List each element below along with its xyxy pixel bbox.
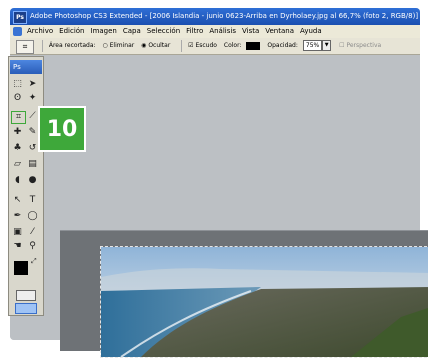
move-tool-icon[interactable]: ➤ — [26, 79, 39, 90]
cropped-area-label: Área recortada: — [48, 42, 96, 49]
document-canvas[interactable] — [100, 246, 428, 358]
menu-ayuda[interactable]: Ayuda — [297, 25, 325, 38]
chevron-down-icon[interactable]: ▼ — [322, 40, 332, 51]
menu-archivo[interactable]: Archivo — [24, 25, 56, 38]
crop-tool-preset-icon[interactable]: ⌗ — [16, 40, 34, 54]
options-separator — [181, 39, 183, 52]
shield-checkbox-label: Escudo — [195, 42, 217, 49]
menu-capa[interactable]: Capa — [120, 25, 144, 38]
type-tool-icon[interactable]: T — [26, 195, 39, 206]
perspective-checkbox[interactable]: ☐ Perspectiva — [339, 38, 381, 54]
shape-tool-icon[interactable]: ◯ — [26, 211, 39, 222]
healing-brush-tool-icon[interactable]: ✚ — [11, 127, 24, 138]
marquee-tool-icon[interactable]: ⬚ — [11, 79, 24, 90]
menu-edicion[interactable]: Edición — [56, 25, 87, 38]
delete-radio-label: Eliminar — [109, 42, 135, 49]
title-bar: Ps Adobe Photoshop CS3 Extended - [2006 I… — [10, 8, 420, 25]
options-bar: ⌗ Área recortada: ○ Eliminar ◉ Ocultar ☑… — [10, 38, 420, 55]
notes-tool-icon[interactable]: ▣ — [11, 227, 24, 238]
hide-radio[interactable]: ◉ Ocultar — [141, 38, 170, 54]
zoom-tool-icon[interactable]: ⚲ — [26, 241, 39, 252]
magic-wand-tool-icon[interactable]: ✦ — [26, 93, 39, 104]
delete-radio[interactable]: ○ Eliminar — [102, 38, 134, 54]
shield-checkbox[interactable]: ☑ Escudo — [188, 38, 217, 54]
hide-radio-label: Ocultar — [148, 42, 171, 49]
eraser-tool-icon[interactable]: ▱ — [11, 159, 24, 170]
lasso-tool-icon[interactable]: ʘ — [11, 93, 24, 104]
options-separator — [41, 39, 43, 52]
blur-tool-icon[interactable]: ◖ — [11, 175, 24, 186]
gradient-tool-icon[interactable]: ▤ — [26, 159, 39, 170]
crop-tool-icon[interactable]: ⌗ — [11, 111, 26, 124]
opacity-field[interactable]: 75% — [302, 40, 323, 51]
toolbox-logo: Ps — [10, 60, 42, 74]
dodge-tool-icon[interactable]: ● — [26, 175, 39, 186]
shield-color-swatch[interactable] — [246, 41, 261, 50]
landscape-photo — [101, 247, 428, 357]
clone-stamp-tool-icon[interactable]: ♣ — [11, 143, 24, 154]
photoshop-app-icon: Ps — [13, 11, 27, 24]
menu-imagen[interactable]: Imagen — [88, 25, 120, 38]
eyedropper-tool-icon[interactable]: ⁄ — [26, 227, 39, 238]
window-title: Adobe Photoshop CS3 Extended - [2006 Isl… — [30, 12, 419, 20]
menu-vista[interactable]: Vista — [239, 25, 262, 38]
document-icon[interactable] — [13, 27, 22, 36]
path-selection-tool-icon[interactable]: ↖ — [11, 195, 24, 206]
toolbox: Ps ⬚ ➤ ʘ ✦ ⌗ ⟋ ✚ ✎ ♣ ↺ ▱ ▤ ◖ ● ↖ T ✒ ◯ ▣… — [8, 56, 44, 316]
hand-tool-icon[interactable]: ☚ — [11, 241, 24, 252]
menu-bar: Archivo Edición Imagen Capa Selección Filtro A… — [10, 25, 420, 39]
menu-ventana[interactable]: Ventana — [262, 25, 297, 38]
menu-seleccion[interactable]: Selección — [144, 25, 183, 38]
screen-mode-icon[interactable] — [15, 303, 37, 314]
swap-colors-icon[interactable]: ⤢ — [31, 257, 37, 266]
pen-tool-icon[interactable]: ✒ — [11, 211, 24, 222]
opacity-label: Opacidad: — [267, 42, 298, 49]
menu-filtro[interactable]: Filtro — [183, 25, 206, 38]
shield-color-label: Color: — [223, 42, 242, 49]
quick-mask-icon[interactable] — [16, 290, 36, 301]
foreground-color-swatch[interactable] — [14, 261, 28, 275]
menu-analisis[interactable]: Análisis — [206, 25, 239, 38]
perspective-checkbox-label: Perspectiva — [346, 42, 382, 49]
step-callout: 10 — [38, 106, 86, 152]
